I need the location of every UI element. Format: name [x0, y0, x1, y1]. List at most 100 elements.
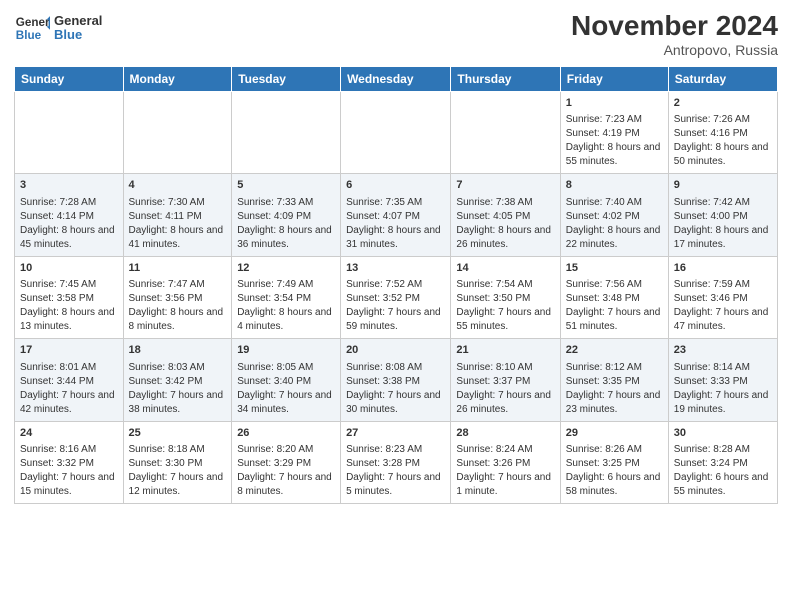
day-number: 16 — [674, 261, 772, 276]
sunrise: Sunrise: 8:26 AM — [566, 443, 663, 457]
page-container: General Blue General Blue November 2024 … — [0, 0, 792, 512]
sunset: Sunset: 3:30 PM — [129, 457, 227, 471]
daylight-hours: Daylight: 7 hours and 55 minutes. — [456, 306, 554, 334]
daylight-hours: Daylight: 8 hours and 26 minutes. — [456, 224, 554, 252]
sunrise: Sunrise: 8:03 AM — [129, 361, 227, 375]
calendar-cell-4-1: 25Sunrise: 8:18 AMSunset: 3:30 PMDayligh… — [123, 421, 232, 503]
calendar-header-row: Sunday Monday Tuesday Wednesday Thursday… — [15, 67, 778, 92]
calendar-cell-0-0 — [15, 92, 124, 174]
daylight-hours: Daylight: 7 hours and 5 minutes. — [346, 471, 445, 499]
calendar-cell-3-4: 21Sunrise: 8:10 AMSunset: 3:37 PMDayligh… — [451, 339, 560, 421]
calendar-cell-0-4 — [451, 92, 560, 174]
sunrise: Sunrise: 7:35 AM — [346, 196, 445, 210]
calendar-cell-4-3: 27Sunrise: 8:23 AMSunset: 3:28 PMDayligh… — [341, 421, 451, 503]
sunset: Sunset: 4:16 PM — [674, 127, 772, 141]
day-number: 7 — [456, 178, 554, 193]
daylight-hours: Daylight: 6 hours and 58 minutes. — [566, 471, 663, 499]
daylight-hours: Daylight: 8 hours and 17 minutes. — [674, 224, 772, 252]
sunrise: Sunrise: 7:56 AM — [566, 278, 663, 292]
calendar-cell-2-5: 15Sunrise: 7:56 AMSunset: 3:48 PMDayligh… — [560, 256, 668, 338]
logo-blue: Blue — [54, 28, 102, 42]
day-number: 4 — [129, 178, 227, 193]
calendar-cell-1-6: 9Sunrise: 7:42 AMSunset: 4:00 PMDaylight… — [668, 174, 777, 256]
daylight-hours: Daylight: 7 hours and 34 minutes. — [237, 389, 335, 417]
sunrise: Sunrise: 8:05 AM — [237, 361, 335, 375]
day-number: 29 — [566, 426, 663, 441]
logo-general: General — [54, 14, 102, 28]
daylight-hours: Daylight: 7 hours and 15 minutes. — [20, 471, 118, 499]
daylight-hours: Daylight: 6 hours and 55 minutes. — [674, 471, 772, 499]
sunrise: Sunrise: 8:01 AM — [20, 361, 118, 375]
calendar-cell-4-2: 26Sunrise: 8:20 AMSunset: 3:29 PMDayligh… — [232, 421, 341, 503]
day-number: 5 — [237, 178, 335, 193]
daylight-hours: Daylight: 8 hours and 8 minutes. — [129, 306, 227, 334]
day-number: 27 — [346, 426, 445, 441]
calendar-cell-1-3: 6Sunrise: 7:35 AMSunset: 4:07 PMDaylight… — [341, 174, 451, 256]
col-monday: Monday — [123, 67, 232, 92]
sunrise: Sunrise: 7:26 AM — [674, 113, 772, 127]
day-number: 30 — [674, 426, 772, 441]
sunset: Sunset: 3:44 PM — [20, 375, 118, 389]
day-number: 21 — [456, 343, 554, 358]
sunset: Sunset: 4:19 PM — [566, 127, 663, 141]
calendar-cell-1-2: 5Sunrise: 7:33 AMSunset: 4:09 PMDaylight… — [232, 174, 341, 256]
daylight-hours: Daylight: 8 hours and 4 minutes. — [237, 306, 335, 334]
calendar-cell-3-6: 23Sunrise: 8:14 AMSunset: 3:33 PMDayligh… — [668, 339, 777, 421]
day-number: 14 — [456, 261, 554, 276]
calendar-cell-3-3: 20Sunrise: 8:08 AMSunset: 3:38 PMDayligh… — [341, 339, 451, 421]
sunrise: Sunrise: 7:45 AM — [20, 278, 118, 292]
calendar-cell-1-5: 8Sunrise: 7:40 AMSunset: 4:02 PMDaylight… — [560, 174, 668, 256]
sunset: Sunset: 3:32 PM — [20, 457, 118, 471]
sunset: Sunset: 3:37 PM — [456, 375, 554, 389]
sunrise: Sunrise: 7:54 AM — [456, 278, 554, 292]
sunset: Sunset: 3:35 PM — [566, 375, 663, 389]
sunset: Sunset: 3:33 PM — [674, 375, 772, 389]
daylight-hours: Daylight: 7 hours and 1 minute. — [456, 471, 554, 499]
calendar-week-4: 24Sunrise: 8:16 AMSunset: 3:32 PMDayligh… — [15, 421, 778, 503]
calendar-cell-3-5: 22Sunrise: 8:12 AMSunset: 3:35 PMDayligh… — [560, 339, 668, 421]
sunset: Sunset: 3:40 PM — [237, 375, 335, 389]
title-block: November 2024 Antropovo, Russia — [571, 10, 778, 58]
svg-text:General: General — [16, 16, 50, 29]
sunset: Sunset: 4:02 PM — [566, 210, 663, 224]
daylight-hours: Daylight: 7 hours and 26 minutes. — [456, 389, 554, 417]
calendar-cell-2-3: 13Sunrise: 7:52 AMSunset: 3:52 PMDayligh… — [341, 256, 451, 338]
daylight-hours: Daylight: 8 hours and 50 minutes. — [674, 141, 772, 169]
sunrise: Sunrise: 7:30 AM — [129, 196, 227, 210]
sunrise: Sunrise: 7:59 AM — [674, 278, 772, 292]
sunset: Sunset: 3:50 PM — [456, 292, 554, 306]
daylight-hours: Daylight: 8 hours and 45 minutes. — [20, 224, 118, 252]
sunset: Sunset: 4:00 PM — [674, 210, 772, 224]
day-number: 17 — [20, 343, 118, 358]
sunrise: Sunrise: 7:40 AM — [566, 196, 663, 210]
sunset: Sunset: 3:48 PM — [566, 292, 663, 306]
sunset: Sunset: 3:58 PM — [20, 292, 118, 306]
daylight-hours: Daylight: 8 hours and 13 minutes. — [20, 306, 118, 334]
day-number: 28 — [456, 426, 554, 441]
calendar-cell-4-5: 29 Sunrise: 8:26 AMSunset: 3:25 PMDayligh… — [560, 421, 668, 503]
day-number: 25 — [129, 426, 227, 441]
day-number: 15 — [566, 261, 663, 276]
daylight-hours: Daylight: 7 hours and 38 minutes. — [129, 389, 227, 417]
sunset: Sunset: 3:25 PM — [566, 457, 663, 471]
daylight-hours: Daylight: 8 hours and 31 minutes. — [346, 224, 445, 252]
daylight-hours: Daylight: 8 hours and 41 minutes. — [129, 224, 227, 252]
calendar-cell-4-6: 30Sunrise: 8:28 AMSunset: 3:24 PMDayligh… — [668, 421, 777, 503]
calendar-cell-2-6: 16Sunrise: 7:59 AMSunset: 3:46 PMDayligh… — [668, 256, 777, 338]
daylight-hours: Daylight: 8 hours and 55 minutes. — [566, 141, 663, 169]
calendar-cell-0-1 — [123, 92, 232, 174]
month-title: November 2024 — [571, 10, 778, 42]
calendar-cell-1-0: 3Sunrise: 7:28 AMSunset: 4:14 PMDaylight… — [15, 174, 124, 256]
day-number: 9 — [674, 178, 772, 193]
calendar-cell-3-0: 17Sunrise: 8:01 AMSunset: 3:44 PMDayligh… — [15, 339, 124, 421]
sunset: Sunset: 3:38 PM — [346, 375, 445, 389]
day-number: 18 — [129, 343, 227, 358]
day-number: 26 — [237, 426, 335, 441]
day-number: 11 — [129, 261, 227, 276]
day-number: 1 — [566, 96, 663, 111]
svg-text:Blue: Blue — [16, 29, 42, 42]
calendar-cell-1-1: 4Sunrise: 7:30 AMSunset: 4:11 PMDaylight… — [123, 174, 232, 256]
sunrise: Sunrise: 7:49 AM — [237, 278, 335, 292]
daylight-hours: Daylight: 7 hours and 23 minutes. — [566, 389, 663, 417]
sunrise: Sunrise: 8:18 AM — [129, 443, 227, 457]
